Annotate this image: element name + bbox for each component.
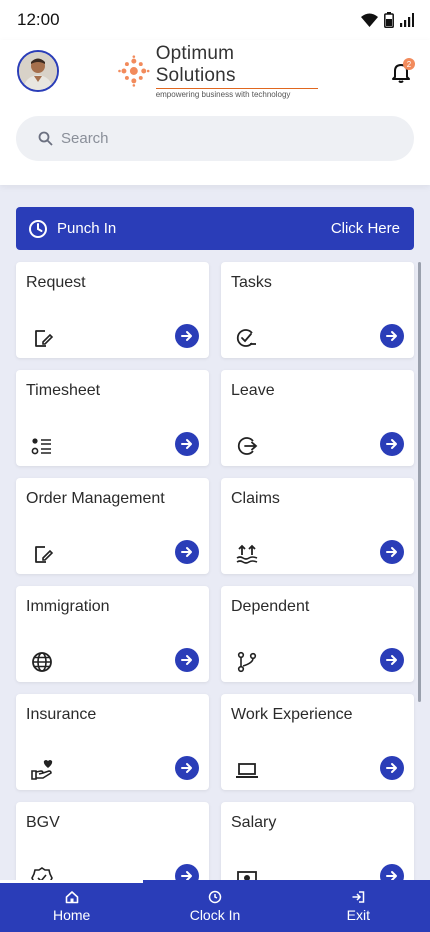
edit-document-icon bbox=[35, 330, 54, 347]
status-icons bbox=[361, 12, 414, 28]
arrow-right-icon[interactable] bbox=[175, 432, 199, 456]
active-tab-indicator bbox=[0, 880, 143, 883]
card-label: Insurance bbox=[26, 706, 97, 723]
task-check-icon bbox=[236, 329, 256, 347]
notification-badge: 2 bbox=[403, 58, 415, 70]
brand-tagline: empowering business with technology bbox=[155, 88, 318, 99]
brand-title: Optimum Solutions bbox=[155, 43, 236, 86]
arrow-right-icon[interactable] bbox=[175, 756, 199, 780]
arrow-right-icon[interactable] bbox=[380, 540, 404, 564]
arrow-right-icon[interactable] bbox=[380, 648, 404, 672]
nav-exit-label: Exit bbox=[346, 906, 370, 923]
scrollbar[interactable] bbox=[418, 262, 421, 702]
card-claims[interactable]: Claims bbox=[221, 478, 414, 574]
fork-icon bbox=[237, 651, 257, 673]
clock-icon bbox=[29, 219, 47, 238]
card-request[interactable]: Request bbox=[16, 262, 209, 358]
globe-icon bbox=[32, 652, 52, 672]
nav-clock-in[interactable]: Clock In bbox=[143, 880, 286, 932]
status-time: 12:00 bbox=[17, 10, 60, 29]
nav-clock-in-label: Clock In bbox=[189, 906, 241, 923]
card-insurance[interactable]: Insurance bbox=[16, 694, 209, 790]
card-leave[interactable]: Leave bbox=[221, 370, 414, 466]
card-dependent[interactable]: Dependent bbox=[221, 586, 414, 682]
arrow-right-icon[interactable] bbox=[175, 648, 199, 672]
arrow-right-icon[interactable] bbox=[175, 324, 199, 348]
punch-in-action[interactable]: Click Here bbox=[331, 220, 400, 237]
app-header: Optimum Solutions empowering business wi… bbox=[0, 40, 430, 185]
battery-icon bbox=[384, 12, 394, 28]
card-immigration[interactable]: Immigration bbox=[16, 586, 209, 682]
card-label: Dependent bbox=[231, 598, 310, 615]
arrow-right-icon[interactable] bbox=[380, 432, 404, 456]
wifi-icon bbox=[361, 13, 378, 27]
nav-home[interactable]: Home bbox=[0, 880, 143, 932]
card-label: Claims bbox=[231, 490, 280, 507]
search-bar[interactable] bbox=[16, 116, 414, 161]
arrow-right-icon[interactable] bbox=[380, 324, 404, 348]
signal-icon bbox=[400, 13, 414, 27]
nav-exit[interactable]: Exit bbox=[287, 880, 430, 932]
card-work-experience[interactable]: Work Experience bbox=[221, 694, 414, 790]
hand-heart-icon bbox=[31, 760, 53, 780]
laptop-icon bbox=[236, 763, 258, 778]
edit-document-icon bbox=[35, 546, 54, 563]
arrow-right-icon[interactable] bbox=[175, 540, 199, 564]
logout-circle-icon bbox=[237, 437, 258, 455]
punch-in-label: Punch In bbox=[57, 220, 117, 237]
arrow-right-icon[interactable] bbox=[380, 756, 404, 780]
punch-in-button[interactable]: Punch In Click Here bbox=[16, 207, 414, 250]
exit-icon bbox=[352, 890, 365, 903]
card-label: Request bbox=[26, 274, 86, 291]
card-label: Leave bbox=[231, 382, 275, 399]
avatar[interactable] bbox=[17, 50, 59, 92]
card-order-management[interactable]: Order Management bbox=[16, 478, 209, 574]
card-label: Order Management bbox=[26, 490, 165, 507]
card-label: Work Experience bbox=[231, 706, 353, 723]
status-bar: 12:00 bbox=[0, 0, 430, 40]
logo-mark-icon bbox=[118, 55, 150, 87]
brand-logo: Optimum Solutions empowering business wi… bbox=[118, 43, 318, 99]
card-label: BGV bbox=[26, 814, 60, 831]
card-label: Tasks bbox=[231, 274, 272, 291]
card-label: Timesheet bbox=[26, 382, 101, 399]
search-icon bbox=[38, 131, 53, 146]
home-icon bbox=[65, 890, 78, 903]
list-icon bbox=[31, 438, 51, 455]
search-input[interactable] bbox=[61, 130, 361, 147]
clock-icon bbox=[208, 890, 222, 903]
card-tasks[interactable]: Tasks bbox=[221, 262, 414, 358]
claims-arrows-icon bbox=[236, 544, 258, 564]
card-timesheet[interactable]: Timesheet bbox=[16, 370, 209, 466]
bottom-navigation: Home Clock In Exit bbox=[0, 880, 430, 932]
card-label: Immigration bbox=[26, 598, 110, 615]
nav-home-label: Home bbox=[52, 906, 91, 923]
card-label: Salary bbox=[231, 814, 277, 831]
